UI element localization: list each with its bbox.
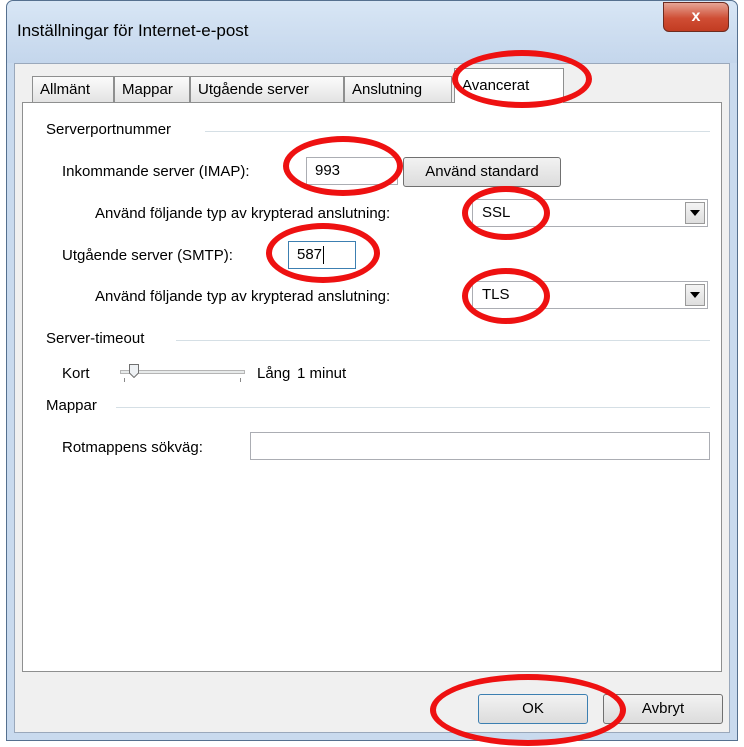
chevron-down-icon[interactable] xyxy=(685,284,705,306)
outgoing-server-label: Utgående server (SMTP): xyxy=(62,247,233,264)
outgoing-port-value: 587 xyxy=(297,246,323,263)
slider-tick xyxy=(240,378,241,382)
group-divider xyxy=(176,340,710,341)
tab-advanced[interactable]: Avancerat xyxy=(454,68,564,103)
cancel-button[interactable]: Avbryt xyxy=(603,694,723,724)
tab-connection[interactable]: Anslutning xyxy=(344,76,452,102)
title-bar: Inställningar för Internet-e-post x xyxy=(7,1,737,63)
use-default-button[interactable]: Använd standard xyxy=(403,157,561,187)
window-title: Inställningar för Internet-e-post xyxy=(17,21,249,40)
timeout-value: 1 minut xyxy=(297,365,347,382)
outgoing-encryption-select[interactable]: TLS xyxy=(472,281,708,309)
incoming-server-label: Inkommande server (IMAP): xyxy=(62,163,250,180)
timeout-long-label: Lång xyxy=(257,365,291,382)
close-icon: x xyxy=(691,8,701,25)
ok-button[interactable]: OK xyxy=(478,694,588,724)
root-path-label: Rotmappens sökväg: xyxy=(62,439,203,456)
advanced-tab-panel xyxy=(22,102,722,672)
tab-folders[interactable]: Mappar xyxy=(114,76,190,102)
tab-outgoing-server[interactable]: Utgående server xyxy=(190,76,344,102)
incoming-encryption-label: Använd följande typ av krypterad anslutn… xyxy=(95,205,391,222)
close-button[interactable]: x xyxy=(663,2,729,32)
outgoing-port-input[interactable]: 587 xyxy=(288,241,356,269)
server-ports-group-label: Serverportnummer xyxy=(46,121,178,138)
text-caret xyxy=(323,246,325,265)
timeout-short-label: Kort xyxy=(62,365,90,382)
folders-group-label: Mappar xyxy=(46,397,103,414)
root-path-input[interactable] xyxy=(250,432,710,460)
slider-tick xyxy=(124,378,125,382)
incoming-port-input[interactable]: 993 xyxy=(306,157,398,185)
incoming-encryption-select[interactable]: SSL xyxy=(472,199,708,227)
outgoing-encryption-value: TLS xyxy=(482,286,510,303)
server-timeout-group-label: Server-timeout xyxy=(46,330,151,347)
chevron-down-icon[interactable] xyxy=(685,202,705,224)
outgoing-encryption-label: Använd följande typ av krypterad anslutn… xyxy=(95,288,391,305)
timeout-slider-thumb[interactable] xyxy=(129,364,140,379)
incoming-encryption-value: SSL xyxy=(482,204,511,221)
tab-general[interactable]: Allmänt xyxy=(32,76,114,102)
group-divider xyxy=(116,407,710,408)
group-divider xyxy=(205,131,710,132)
